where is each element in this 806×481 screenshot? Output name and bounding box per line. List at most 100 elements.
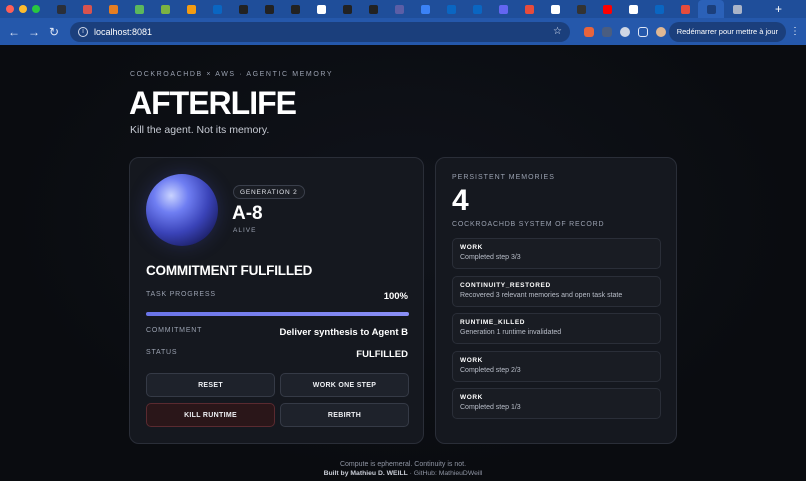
close-window-icon[interactable]: [6, 5, 14, 13]
browser-tab[interactable]: [74, 0, 100, 18]
browser-tab[interactable]: [672, 0, 698, 18]
browser-tab[interactable]: [412, 0, 438, 18]
kill-runtime-button[interactable]: KILL RUNTIME: [146, 403, 275, 427]
forward-arrow-icon[interactable]: →: [24, 25, 44, 39]
favicon-icon: [368, 4, 378, 14]
browser-tab[interactable]: [204, 0, 230, 18]
favicon-icon: [446, 4, 456, 14]
browser-tab[interactable]: [334, 0, 360, 18]
browser-tab[interactable]: [724, 0, 750, 18]
reload-icon[interactable]: ↻: [44, 25, 64, 39]
update-button[interactable]: Redémarrer pour mettre à jour: [668, 21, 786, 42]
agent-card: GENERATION 2 A-8 ALIVE COMMITMENT FULFIL…: [129, 157, 424, 444]
header-kicker: COCKROACHDB × AWS · AGENTIC MEMORY: [130, 71, 334, 78]
status-value: FULFILLED: [356, 349, 408, 360]
memory-list: WORK Completed step 3/3 CONTINUITY_RESTO…: [452, 238, 661, 426]
favicon-icon: [394, 4, 404, 14]
back-arrow-icon[interactable]: ←: [4, 25, 24, 39]
footer-credit: Built by Mathieu D. WEILL · GitHub: Math…: [0, 470, 806, 477]
favicon-icon: [498, 4, 508, 14]
browser-tab[interactable]: [620, 0, 646, 18]
page-tagline: Kill the agent. Not its memory.: [130, 124, 270, 136]
memory-count: 4: [452, 184, 469, 217]
agent-id: A-8: [232, 203, 263, 224]
author-credit: Built by Mathieu D. WEILL: [323, 470, 408, 477]
favicon-icon: [212, 4, 222, 14]
list-item: CONTINUITY_RESTORED Recovered 3 relevant…: [452, 275, 661, 307]
commitment-value: Deliver synthesis to Agent B: [279, 327, 408, 338]
site-info-icon[interactable]: i: [78, 26, 88, 37]
progress-bar-fill: [146, 312, 409, 316]
menu-icon[interactable]: ⋮: [790, 26, 800, 37]
favicon-icon: [576, 4, 586, 14]
browser-tab[interactable]: [256, 0, 282, 18]
address-bar[interactable]: i localhost:8081 ☆: [70, 21, 570, 42]
favicon-icon: [108, 4, 118, 14]
bookmark-star-icon[interactable]: ☆: [553, 26, 562, 37]
favicon-icon: [56, 4, 66, 14]
browser-tab[interactable]: [178, 0, 204, 18]
favicon-icon: [602, 4, 612, 14]
favicon-icon: [160, 4, 170, 14]
browser-tab[interactable]: [230, 0, 256, 18]
browser-tab[interactable]: [438, 0, 464, 18]
browser-tab-bar: +: [0, 0, 806, 18]
reset-button[interactable]: RESET: [146, 373, 275, 397]
status-label: STATUS: [146, 349, 178, 356]
footer-tagline: Compute is ephemeral. Continuity is not.: [339, 461, 467, 468]
memories-card: PERSISTENT MEMORIES 4 COCKROACHDB SYSTEM…: [435, 157, 677, 444]
favicon-icon: [238, 4, 248, 14]
maximize-window-icon[interactable]: [32, 5, 40, 13]
favicon-icon: [420, 4, 430, 14]
tab-strip: [48, 0, 775, 18]
favicon-icon: [732, 4, 742, 14]
favicon-icon: [680, 4, 690, 14]
agent-orb-icon: [146, 174, 218, 246]
window-controls: [6, 5, 40, 13]
browser-tab[interactable]: [646, 0, 672, 18]
memory-description: Completed step 3/3: [460, 254, 521, 261]
browser-tab[interactable]: [308, 0, 334, 18]
memory-type: WORK: [460, 244, 483, 251]
browser-tab[interactable]: [516, 0, 542, 18]
memory-type: CONTINUITY_RESTORED: [460, 281, 551, 289]
browser-tab[interactable]: [360, 0, 386, 18]
favicon-icon: [628, 4, 638, 14]
browser-tab[interactable]: [542, 0, 568, 18]
memory-type: WORK: [460, 356, 483, 364]
list-item: WORK Completed step 1/3: [452, 388, 661, 419]
extension-icon[interactable]: [602, 26, 612, 37]
commitment-headline: COMMITMENT FULFILLED: [146, 263, 313, 278]
browser-tab[interactable]: [282, 0, 308, 18]
browser-tab[interactable]: [100, 0, 126, 18]
extension-icon[interactable]: [620, 26, 630, 37]
memory-type: RUNTIME_KILLED: [460, 319, 526, 326]
browser-tab[interactable]: [126, 0, 152, 18]
browser-tab[interactable]: [490, 0, 516, 18]
favicon-icon: [342, 4, 352, 14]
browser-tab[interactable]: [568, 0, 594, 18]
list-item: RUNTIME_KILLED Generation 1 runtime inva…: [452, 313, 661, 344]
browser-tab[interactable]: [386, 0, 412, 18]
puzzle-icon[interactable]: [638, 26, 648, 37]
memory-description: Generation 1 runtime invalidated: [460, 329, 562, 336]
browser-tab[interactable]: [152, 0, 178, 18]
list-item: WORK Completed step 3/3: [452, 238, 661, 269]
agent-state: ALIVE: [233, 227, 257, 234]
extensions-area: [584, 26, 666, 37]
avatar[interactable]: [656, 26, 666, 37]
work-one-step-button[interactable]: WORK ONE STEP: [280, 373, 409, 397]
extension-icon[interactable]: [584, 26, 594, 37]
favicon-icon: [316, 4, 326, 14]
favicon-icon: [654, 4, 664, 14]
new-tab-button[interactable]: +: [775, 2, 782, 16]
minimize-window-icon[interactable]: [19, 5, 27, 13]
memory-description: Recovered 3 relevant memories and open t…: [460, 291, 623, 299]
browser-tab[interactable]: [594, 0, 620, 18]
browser-tab[interactable]: [698, 0, 724, 18]
memories-kicker: PERSISTENT MEMORIES: [452, 174, 555, 181]
browser-tab[interactable]: [464, 0, 490, 18]
browser-tab[interactable]: [48, 0, 74, 18]
favicon-icon: [134, 4, 144, 14]
rebirth-button[interactable]: REBIRTH: [280, 403, 409, 427]
